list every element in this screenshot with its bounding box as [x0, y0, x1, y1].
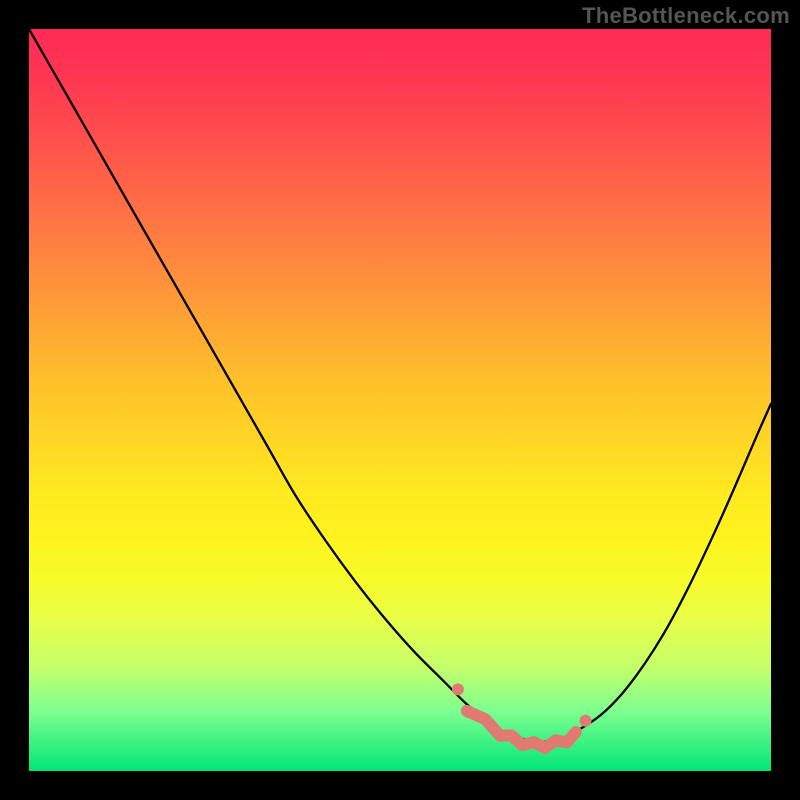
bottleneck-curve [29, 29, 771, 742]
marker-dot [452, 683, 464, 695]
curve-overlay [29, 29, 771, 771]
marker-dot [580, 715, 592, 727]
marker-dots [452, 683, 592, 726]
plot-area [29, 29, 771, 771]
watermark-text: TheBottleneck.com [582, 3, 790, 29]
marker-wiggle [467, 711, 576, 748]
chart-frame: TheBottleneck.com [0, 0, 800, 800]
